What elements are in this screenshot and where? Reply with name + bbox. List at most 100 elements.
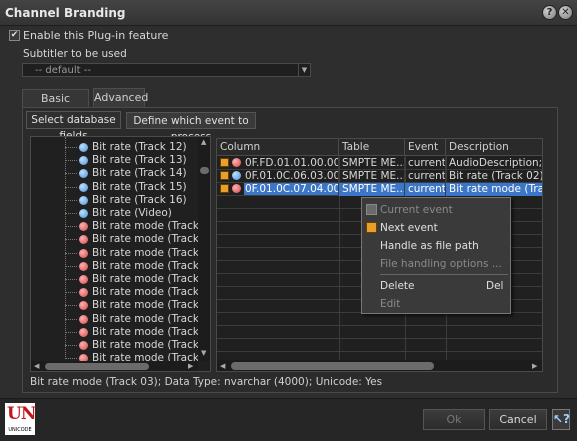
scroll-left-icon[interactable]: ◀ (220, 360, 225, 371)
tree-connector (65, 186, 77, 188)
cell-table[interactable]: SMPTE ME... (339, 157, 405, 170)
tree-item-label: Bit rate (Track 16) (92, 193, 187, 206)
blue-field-icon (79, 156, 88, 166)
context-menu: Current event Next event Handle as file … (361, 197, 511, 314)
help-icon[interactable]: ? (542, 5, 557, 20)
red-field-icon (79, 275, 88, 284)
grid-row-line (217, 325, 542, 326)
enable-plugin-checkbox[interactable]: ✔ (9, 30, 20, 41)
tree-connector (65, 252, 77, 254)
window-title: Channel Branding (5, 6, 126, 20)
subtab-select-database-fields[interactable]: Select database fields (26, 111, 121, 142)
red-field-icon (79, 341, 88, 350)
tree-connector (65, 137, 66, 359)
scroll-left-icon[interactable]: ◀ (34, 361, 39, 371)
menu-separator (380, 274, 508, 275)
cell-event[interactable]: current (405, 170, 446, 183)
tree-connector (65, 305, 77, 307)
cell-description[interactable]: AudioDescription; Data (446, 157, 542, 170)
scroll-right-icon[interactable]: ▶ (532, 360, 537, 371)
red-field-icon (79, 235, 88, 245)
cell-table[interactable]: SMPTE ME... (339, 183, 405, 196)
tree-item-label: Bit rate (Track 14) (92, 167, 187, 180)
menu-item-next-event[interactable]: Next event (380, 222, 438, 234)
menu-item-edit[interactable]: Edit (380, 298, 400, 310)
ok-button[interactable]: Ok (423, 409, 485, 430)
column-header-table[interactable]: Table (339, 139, 405, 156)
blue-field-icon (79, 169, 88, 179)
chevron-down-icon[interactable]: ▼ (298, 64, 310, 76)
cell-column[interactable]: 0F.01.0C.06.03.00.0... (217, 170, 339, 183)
tree-connector (65, 160, 77, 162)
tree-item-label: Bit rate mode (Track 08) (92, 312, 211, 325)
column-header-column[interactable]: Column (217, 139, 339, 156)
red-field-icon (79, 222, 88, 232)
tree-connector (65, 279, 77, 280)
cell-description[interactable]: Bit rate (Track 02); Data (446, 170, 542, 183)
tree-item-label: Bit rate mode (Track 09) (92, 325, 211, 338)
red-field-icon (79, 301, 88, 311)
tree-horizontal-scrollbar[interactable]: ◀ ▶ (31, 361, 198, 371)
grid-hscroll-thumb[interactable] (231, 362, 434, 370)
red-field-icon (232, 184, 241, 193)
cancel-button[interactable]: Cancel (489, 409, 547, 430)
cell-column-text: 0F.FD.01.01.00.00.0... (245, 157, 338, 169)
tree-hscroll-thumb[interactable] (45, 363, 149, 370)
grid-row-line (217, 351, 542, 352)
cell-table[interactable]: SMPTE ME... (339, 170, 405, 183)
tree-connector (65, 345, 77, 346)
cell-event[interactable]: current (405, 157, 446, 170)
red-field-icon (232, 158, 241, 167)
database-fields-tree[interactable]: Bit rate (Track 12) Bit rate (Track 13) Bi… (30, 136, 211, 372)
event-marker-icon (220, 171, 229, 180)
blue-field-icon (79, 195, 88, 205)
column-header-description[interactable]: Description (446, 139, 542, 156)
grid-row-line (217, 338, 542, 339)
cell-column-text: 0F.01.0C.07.04.00.0... (244, 183, 338, 195)
menu-item-current-event[interactable]: Current event (380, 204, 453, 216)
context-help-icon[interactable]: ↖? (552, 409, 570, 430)
tree-item-label: Bit rate (Video) (92, 207, 172, 219)
event-marker-icon (220, 184, 229, 193)
menu-item-file-handling-options[interactable]: File handling options ... (380, 258, 502, 270)
blue-field-icon (79, 143, 88, 152)
red-field-icon (79, 248, 88, 258)
menu-item-delete[interactable]: Delete (380, 280, 415, 292)
tree-item-label: Bit rate (Track 15) (92, 180, 187, 193)
tree-item-label: Bit rate mode (Track 04) (92, 259, 211, 272)
title-bar: Channel Branding ? ✕ (0, 0, 577, 26)
tab-basic-settings[interactable]: Basic Settings (22, 89, 89, 122)
column-header-event[interactable]: Event (405, 139, 446, 156)
tree-scroll-thumb[interactable] (200, 167, 209, 174)
cell-column[interactable]: 0F.01.0C.07.04.00.0... (217, 183, 339, 196)
grid-horizontal-scrollbar[interactable]: ◀ ▶ (217, 360, 542, 371)
tree-connector (65, 147, 77, 148)
close-icon[interactable]: ✕ (558, 5, 573, 20)
tree-connector (65, 331, 77, 333)
subtab-define-event[interactable]: Define which event to process (126, 112, 256, 143)
red-field-icon (79, 314, 88, 324)
tree-item-label: Bit rate mode (Track 03) (92, 246, 211, 259)
blue-field-icon (79, 182, 88, 192)
delete-shortcut: Del (486, 280, 504, 292)
menu-item-handle-as-file-path[interactable]: Handle as file path (380, 240, 479, 252)
tree-connector (65, 265, 77, 267)
blue-field-icon (79, 209, 88, 218)
tab-advanced[interactable]: Advanced (93, 88, 148, 108)
cell-event[interactable]: current (405, 183, 446, 196)
tree-connector (65, 213, 77, 214)
tree-connector (65, 173, 77, 175)
scroll-right-icon[interactable]: ▶ (188, 361, 193, 371)
subtitler-select[interactable]: -- default -- ▼ (22, 63, 311, 77)
red-field-icon (79, 288, 88, 298)
scroll-down-icon[interactable]: ▼ (201, 349, 206, 357)
next-event-icon (366, 222, 377, 233)
cell-description[interactable]: Bit rate mode (Track 03) (446, 183, 542, 196)
scroll-up-icon[interactable]: ▲ (201, 138, 206, 146)
current-event-icon (366, 204, 377, 215)
cell-column[interactable]: 0F.FD.01.01.00.00.0... (217, 157, 339, 170)
tree-item-label: Bit rate mode (Track 07) (92, 299, 211, 312)
logo-caption: UNICODE (8, 427, 32, 433)
tree-vertical-scrollbar[interactable]: ▲ ▼ (198, 137, 210, 361)
tree-item-label: Bit rate mode (Track 05) (92, 273, 211, 285)
